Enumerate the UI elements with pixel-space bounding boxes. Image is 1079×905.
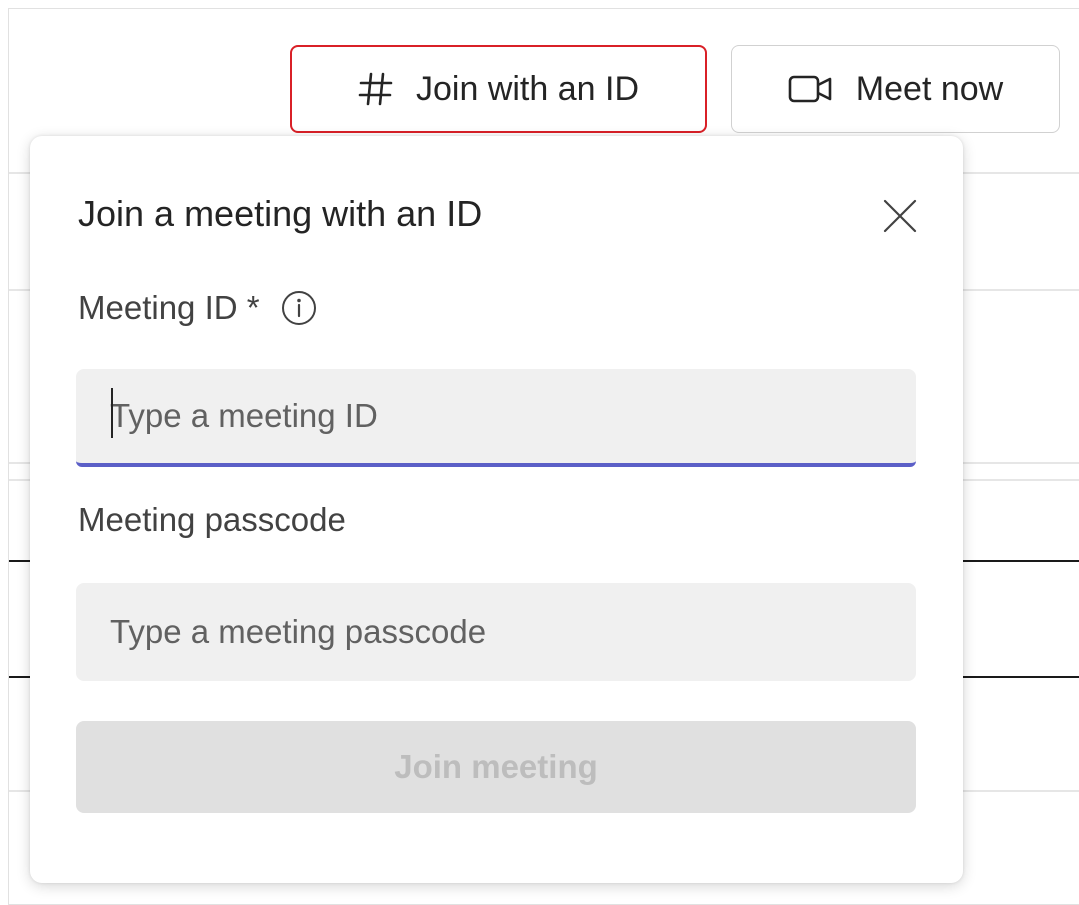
join-with-id-label: Join with an ID: [416, 69, 639, 108]
meeting-passcode-label: Meeting passcode: [78, 501, 346, 538]
meeting-id-label: Meeting ID *: [78, 289, 260, 326]
hash-icon: [358, 71, 394, 107]
meet-now-button[interactable]: Meet now: [731, 45, 1060, 133]
text-caret: [111, 388, 113, 438]
dialog-title: Join a meeting with an ID: [78, 193, 483, 234]
join-with-id-button[interactable]: Join with an ID: [290, 45, 707, 133]
close-icon: [883, 199, 917, 233]
meet-now-label: Meet now: [855, 69, 1004, 108]
meeting-id-label-row: Meeting ID *: [78, 288, 318, 328]
video-camera-icon: [788, 74, 834, 104]
close-button[interactable]: [878, 194, 922, 238]
teams-meetings-view: Join with an ID Meet now Join a meeting …: [0, 0, 1079, 905]
meeting-passcode-input[interactable]: [76, 583, 916, 681]
join-meeting-button[interactable]: Join meeting: [76, 721, 916, 813]
info-icon[interactable]: [280, 289, 318, 327]
meeting-id-input[interactable]: [76, 369, 916, 467]
join-meeting-dialog: Join a meeting with an ID Meeting ID * T…: [30, 136, 963, 883]
